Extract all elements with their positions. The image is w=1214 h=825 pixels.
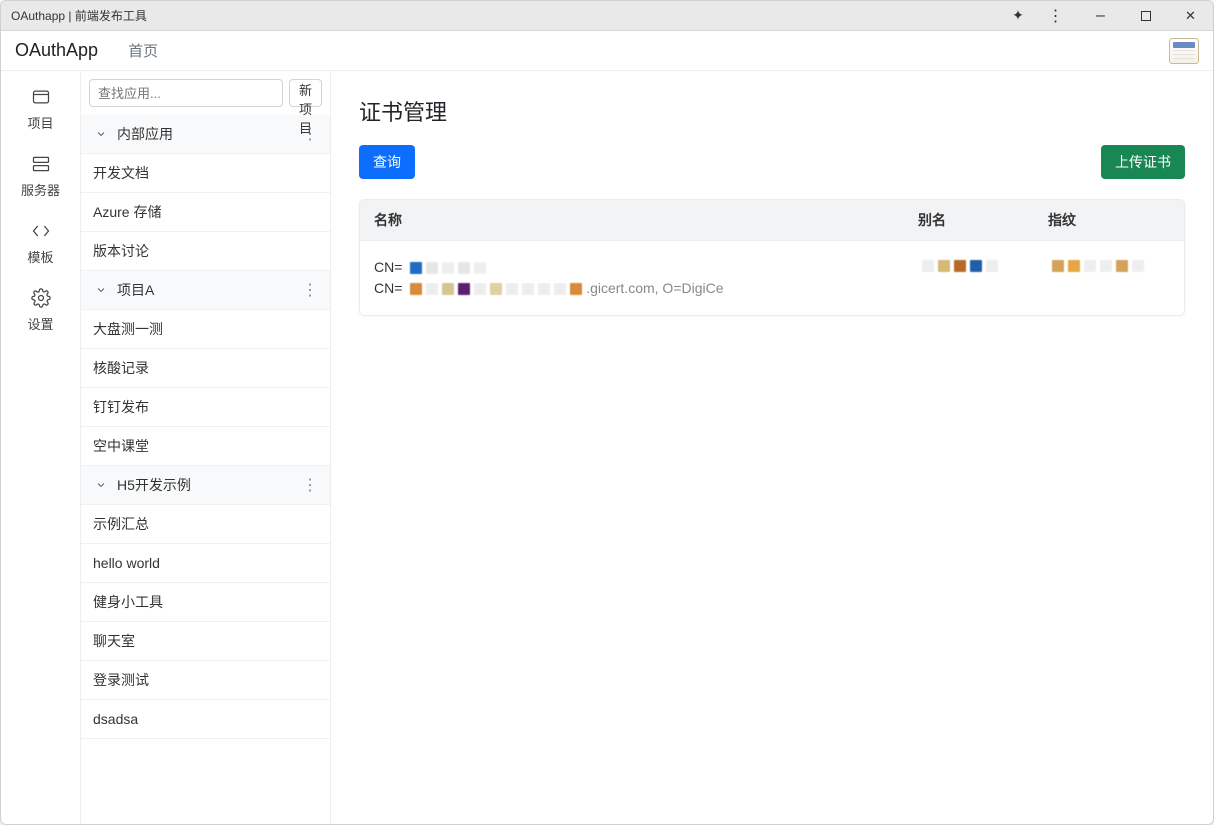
kebab-icon[interactable]: ⋮ xyxy=(302,124,318,144)
tree-item-label: 开发文档 xyxy=(93,163,149,183)
rail-item-server[interactable]: 服务器 xyxy=(1,142,80,209)
page-title: 证书管理 xyxy=(359,95,1185,127)
rail-item-label: 模板 xyxy=(27,247,53,266)
tree-item[interactable]: 大盘测一测 xyxy=(81,310,330,349)
tree-item[interactable]: 空中课堂 xyxy=(81,427,330,466)
code-icon xyxy=(31,221,51,241)
cell-fingerprint xyxy=(1034,247,1184,309)
rail-item-project[interactable]: 项目 xyxy=(1,75,80,142)
tree-item-label: dsadsa xyxy=(93,711,138,727)
tree-group[interactable]: 项目A ⋮ xyxy=(81,271,330,310)
cn-suffix: .gicert.com, O=DigiCe xyxy=(586,280,723,296)
tree-item[interactable]: dsadsa xyxy=(81,700,330,739)
tree-item-label: 版本讨论 xyxy=(93,241,149,261)
window-icon xyxy=(31,87,51,107)
tree-item-label: 大盘测一测 xyxy=(93,319,163,339)
more-menu-icon[interactable] xyxy=(1033,1,1078,31)
tree-item[interactable]: 开发文档 xyxy=(81,154,330,193)
extensions-icon[interactable] xyxy=(1003,1,1033,31)
tree-group-label: H5开发示例 xyxy=(117,475,191,495)
cn-prefix: CN= xyxy=(374,280,402,296)
chevron-down-icon xyxy=(93,477,109,493)
query-button[interactable]: 查询 xyxy=(359,145,415,179)
page-thumbnail-icon[interactable] xyxy=(1169,38,1199,64)
tree-item[interactable]: 版本讨论 xyxy=(81,232,330,271)
tree-item-label: 核酸记录 xyxy=(93,358,149,378)
tree-item[interactable]: 健身小工具 xyxy=(81,583,330,622)
window-titlebar: OAuthapp | 前端发布工具 xyxy=(1,1,1213,31)
redacted-icon xyxy=(1052,260,1144,272)
tree-item-label: 登录测试 xyxy=(93,670,149,690)
tree-item[interactable]: 登录测试 xyxy=(81,661,330,700)
tree-item[interactable]: 钉钉发布 xyxy=(81,388,330,427)
tree-item-label: 示例汇总 xyxy=(93,514,149,534)
cell-alias xyxy=(904,247,1034,309)
redacted-icon xyxy=(410,283,582,295)
cert-table: 名称 别名 指纹 CN= xyxy=(359,199,1185,316)
tree-item-label: 聊天室 xyxy=(93,631,135,651)
cn-prefix: CN= xyxy=(374,259,402,275)
rail-item-template[interactable]: 模板 xyxy=(1,209,80,276)
kebab-icon[interactable]: ⋮ xyxy=(302,475,318,495)
gear-icon xyxy=(31,288,51,308)
redacted-icon xyxy=(922,260,998,272)
project-tree: 新项目 内部应用 ⋮ 开发文档 Azure 存储版本讨论项目A ⋮ 大盘测一测核酸记录钉钉… xyxy=(81,71,331,824)
kebab-icon[interactable]: ⋮ xyxy=(302,280,318,300)
nav-home[interactable]: 首页 xyxy=(128,40,158,61)
window-title: OAuthapp | 前端发布工具 xyxy=(11,7,147,24)
table-row[interactable]: CN= CN= xyxy=(360,240,1184,315)
app-window: OAuthapp | 前端发布工具 OAuthApp 首页 项目 服务器 xyxy=(0,0,1214,825)
tree-item[interactable]: 示例汇总 xyxy=(81,505,330,544)
col-alias: 别名 xyxy=(904,200,1034,240)
table-header: 名称 别名 指纹 xyxy=(360,200,1184,240)
tree-group[interactable]: 内部应用 ⋮ xyxy=(81,115,330,154)
tree-item-label: 空中课堂 xyxy=(93,436,149,456)
rail-item-label: 项目 xyxy=(27,113,53,132)
sidebar-rail: 项目 服务器 模板 设置 xyxy=(1,71,81,824)
cell-name: CN= CN= xyxy=(360,247,904,309)
col-fingerprint: 指纹 xyxy=(1034,200,1184,240)
new-project-button[interactable]: 新项目 xyxy=(289,79,322,107)
window-close-button[interactable] xyxy=(1168,1,1213,31)
redacted-icon xyxy=(410,262,486,274)
window-minimize-button[interactable] xyxy=(1078,1,1123,31)
rail-item-label: 服务器 xyxy=(21,180,60,199)
tree-group[interactable]: H5开发示例 ⋮ xyxy=(81,466,330,505)
tree-item-label: 健身小工具 xyxy=(93,592,163,612)
search-input[interactable] xyxy=(89,79,283,107)
tree-group-label: 内部应用 xyxy=(117,124,173,144)
tree-item-label: 钉钉发布 xyxy=(93,397,149,417)
tree-item[interactable]: Azure 存储 xyxy=(81,193,330,232)
col-name: 名称 xyxy=(360,200,904,240)
brand-label[interactable]: OAuthApp xyxy=(15,40,98,61)
tree-item[interactable]: hello world xyxy=(81,544,330,583)
rail-item-label: 设置 xyxy=(27,314,53,333)
chevron-down-icon xyxy=(93,282,109,298)
tree-item[interactable]: 聊天室 xyxy=(81,622,330,661)
main-content: 证书管理 查询 上传证书 名称 别名 指纹 CN= xyxy=(331,71,1213,824)
app-menubar: OAuthApp 首页 xyxy=(1,31,1213,71)
tree-item-label: hello world xyxy=(93,555,160,571)
server-icon xyxy=(31,154,51,174)
tree-item-label: Azure 存储 xyxy=(93,202,161,222)
chevron-down-icon xyxy=(93,126,109,142)
rail-item-settings[interactable]: 设置 xyxy=(1,276,80,343)
tree-group-label: 项目A xyxy=(117,280,154,300)
upload-cert-button[interactable]: 上传证书 xyxy=(1101,145,1185,179)
tree-item[interactable]: 核酸记录 xyxy=(81,349,330,388)
window-maximize-button[interactable] xyxy=(1123,1,1168,31)
